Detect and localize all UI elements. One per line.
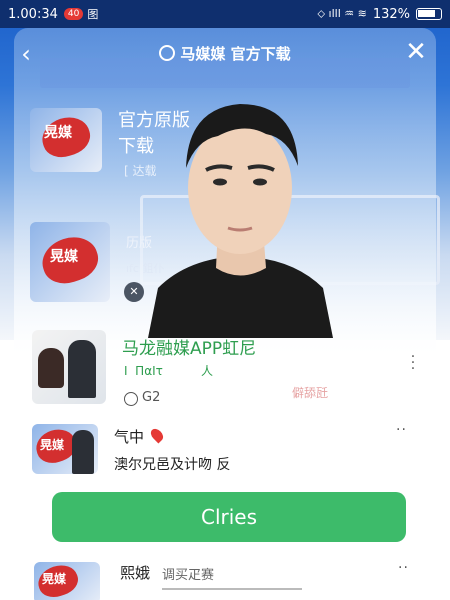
more-options-icon[interactable]: ·· [396,422,407,438]
person-thumb [72,430,94,474]
download-button[interactable]: Clries [52,492,406,542]
logo-text: 晃媒 [44,125,72,141]
network-icons: ⬦ ılll ♒ ≋ [317,7,367,20]
item-thumbnail-1[interactable]: 晃媒 [30,108,102,172]
item-text-4: 澳尔兄邑及计吻 反 [114,457,231,473]
person-thumb-female [38,348,64,388]
item-tag-3: 僻舔瓩 [292,386,329,400]
portrait-eye-right [253,178,267,186]
more-options-icon[interactable]: · · · [410,350,416,376]
app-icon [159,45,176,61]
item-sub-5: 调买疋赛 [162,568,215,583]
item-thumbnail-2[interactable]: 晃媒 [30,222,110,302]
item-thumbnail-4[interactable]: 晃媒 [32,424,98,474]
logo-text: 晃媒 [50,249,78,265]
close-icon[interactable]: ✕ [402,38,430,66]
status-symbol: 图 [87,8,99,21]
notification-badge: 40 [63,8,84,20]
battery-icon [416,8,442,20]
item-meta-3: G2 [142,390,161,405]
card-header: 马媒媒 官方下载 [14,38,436,68]
status-time: 1.00:34 [8,6,58,22]
portrait-eye-left [213,178,227,186]
item-thumbnail-5[interactable]: 晃媒 [34,562,100,600]
logo-text: 晃媒 [40,438,65,452]
card-title: 马媒媒 官方下载 [180,44,291,63]
progress-line [162,588,302,590]
item-sub-3: Ι ΠαΙτ 人 [124,364,214,378]
dismiss-icon[interactable]: ✕ [124,282,144,302]
item-thumbnail-3[interactable] [32,330,106,404]
location-icon [148,426,166,444]
status-bar: 1.00:34 40 图 ⬦ ılll ♒ ≋ 132% [0,0,450,28]
logo-text: 晃媒 [42,572,67,586]
item-name-4[interactable]: 气中 [114,426,144,447]
refresh-icon [124,392,138,406]
item-name-5[interactable]: 熙娥 [120,562,150,583]
more-options-icon[interactable]: ·· [398,560,409,576]
person-portrait [148,104,333,338]
person-thumb-male [68,340,96,398]
battery-percent: 132% [372,6,410,22]
